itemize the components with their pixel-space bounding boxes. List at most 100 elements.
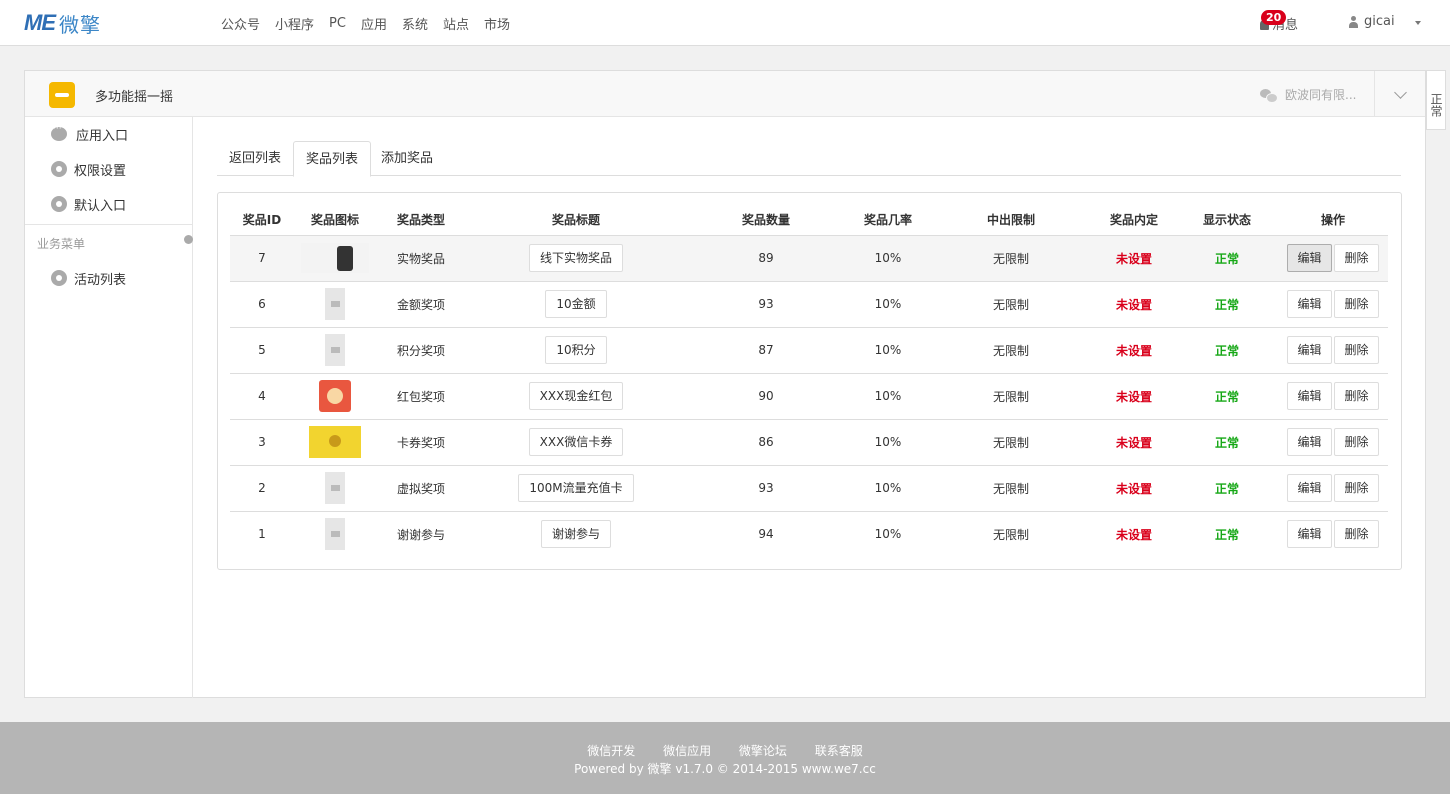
edit-button[interactable]: 编辑	[1287, 428, 1332, 456]
edit-button[interactable]: 编辑	[1287, 244, 1332, 272]
edit-button[interactable]: 编辑	[1287, 474, 1332, 502]
sidebar-group-title: 业务菜单	[37, 237, 86, 251]
delete-button[interactable]: 删除	[1334, 520, 1379, 549]
prize-preset: 未设置	[1092, 326, 1176, 373]
prize-quantity: 87	[686, 326, 846, 373]
footer-copyright: Powered by 微擎 v1.7.0 © 2014-2015 www.we7…	[574, 762, 876, 776]
prize-title-cell: XXX现金红包	[466, 372, 686, 419]
table-row: 1 谢谢参与 谢谢参与 94 10% 无限制 未设置 正常 编辑 删除	[230, 510, 1388, 557]
sidebar-item-activity-list[interactable]: 活动列表	[51, 268, 126, 288]
tab-add-prize[interactable]: 添加奖品	[369, 141, 445, 176]
nav-item-system[interactable]: 系统	[402, 14, 428, 33]
card-coupon-icon	[309, 426, 361, 458]
account-name: 欧波同有限...	[1285, 88, 1357, 102]
prize-actions: 编辑 删除	[1278, 372, 1388, 419]
col-header-title: 奖品标题	[551, 213, 600, 228]
col-header-icon: 奖品图标	[310, 213, 359, 228]
caret-down-icon[interactable]	[1415, 21, 1421, 25]
sidebar-item-default-entry[interactable]: 默认入口	[51, 194, 126, 214]
gear-icon	[51, 270, 67, 286]
footer-link-forum[interactable]: 微擎论坛	[739, 744, 787, 758]
chat-icon	[51, 124, 67, 141]
edit-button[interactable]: 编辑	[1287, 382, 1332, 410]
chevron-down-icon[interactable]	[1394, 86, 1407, 99]
user-menu[interactable]: gicai	[1348, 14, 1395, 29]
sidebar-item-label: 默认入口	[74, 198, 127, 214]
prize-preset: 未设置	[1092, 280, 1176, 327]
delete-button[interactable]: 删除	[1334, 382, 1379, 410]
nav-item-site[interactable]: 站点	[443, 14, 469, 33]
delete-button[interactable]: 删除	[1334, 474, 1379, 502]
sidebar-divider	[25, 224, 193, 225]
delete-button[interactable]: 删除	[1334, 290, 1379, 318]
prize-id: 6	[230, 280, 294, 327]
app-title: 多功能摇一摇	[95, 90, 174, 105]
gear-icon	[51, 161, 67, 177]
prize-probability: 10%	[846, 372, 930, 419]
prize-limit: 无限制	[930, 418, 1092, 465]
prize-type: 红包奖项	[376, 372, 466, 419]
nav-item-pc[interactable]: PC	[329, 16, 346, 31]
nav-item-gongzhonghao[interactable]: 公众号	[221, 14, 260, 33]
sidebar-item-label: 应用入口	[76, 128, 129, 144]
prize-id: 4	[230, 372, 294, 419]
nav-item-miniprogram[interactable]: 小程序	[275, 14, 314, 33]
top-navbar: ME 微擎 公众号 小程序 PC 应用 系统 站点 市场 消息 20 gicai	[0, 0, 1450, 46]
prize-table-container: 奖品ID 奖品图标 奖品类型 奖品标题 奖品数量 奖品几率 中出限制 奖品内定 …	[217, 192, 1402, 570]
delete-button[interactable]: 删除	[1334, 428, 1379, 456]
logo[interactable]: ME 微擎	[24, 10, 101, 37]
prize-icon-cell	[294, 372, 376, 419]
tab-prize-list[interactable]: 奖品列表	[293, 141, 372, 177]
tab-back-to-list[interactable]: 返回列表	[217, 141, 293, 176]
delete-button[interactable]: 删除	[1334, 336, 1379, 364]
nav-item-apps[interactable]: 应用	[361, 14, 387, 33]
prize-limit: 无限制	[930, 280, 1092, 327]
prize-id: 3	[230, 418, 294, 465]
sidebar-item-label: 活动列表	[74, 272, 127, 288]
footer-links: 微信开发 微信应用 微擎论坛 联系客服	[0, 742, 1450, 759]
col-header-status: 显示状态	[1202, 213, 1251, 228]
prize-preset: 未设置	[1092, 510, 1176, 557]
prize-limit: 无限制	[930, 464, 1092, 511]
image-placeholder-icon	[325, 518, 345, 551]
prize-title: 谢谢参与	[540, 520, 611, 549]
table-row: 6 金额奖项 10金额 93 10% 无限制 未设置 正常 编辑 删除	[230, 280, 1388, 327]
prize-preset: 未设置	[1092, 234, 1176, 281]
gear-icon[interactable]	[184, 235, 193, 244]
col-header-id: 奖品ID	[242, 213, 282, 228]
footer-link-wechat-apps[interactable]: 微信应用	[663, 744, 711, 758]
logo-text: 微擎	[59, 12, 101, 37]
prize-id: 7	[230, 234, 294, 281]
status-side-tab[interactable]: 正常	[1426, 70, 1446, 130]
col-header-quantity: 奖品数量	[741, 213, 790, 228]
sidebar-item-app-entry[interactable]: 应用入口	[51, 124, 128, 144]
prize-actions: 编辑 删除	[1278, 326, 1388, 373]
prize-limit: 无限制	[930, 510, 1092, 557]
prize-type: 谢谢参与	[376, 510, 466, 557]
footer-link-support[interactable]: 联系客服	[815, 744, 863, 758]
delete-button[interactable]: 删除	[1334, 244, 1379, 272]
prize-probability: 10%	[846, 280, 930, 327]
col-header-actions: 操作	[1320, 213, 1345, 228]
edit-button[interactable]: 编辑	[1287, 336, 1332, 364]
prize-title: XXX微信卡券	[528, 428, 624, 456]
table-row: 3 卡券奖项 XXX微信卡券 86 10% 无限制 未设置 正常 编辑 删除	[230, 418, 1388, 465]
prize-type: 卡券奖项	[376, 418, 466, 465]
sidebar-item-permissions[interactable]: 权限设置	[51, 159, 126, 179]
image-placeholder-icon	[325, 288, 345, 320]
footer-link-wechat-dev[interactable]: 微信开发	[587, 744, 635, 758]
nav-item-market[interactable]: 市场	[484, 14, 510, 33]
prize-title-cell: 线下实物奖品	[466, 234, 686, 281]
edit-button[interactable]: 编辑	[1287, 290, 1332, 318]
account-switcher[interactable]: 欧波同有限...	[1260, 86, 1356, 103]
edit-button[interactable]: 编辑	[1287, 520, 1332, 549]
message-count-badge: 20	[1261, 10, 1287, 25]
prize-preset: 未设置	[1092, 418, 1176, 465]
prize-title-cell: 谢谢参与	[466, 510, 686, 557]
main-panel: 多功能摇一摇 欧波同有限... 应用入口 权限设置 默认入口 业务菜单 活动列表…	[24, 70, 1426, 698]
prize-actions: 编辑 删除	[1278, 510, 1388, 557]
prize-quantity: 89	[686, 234, 846, 281]
col-header-preset: 奖品内定	[1109, 213, 1158, 228]
prize-icon-cell	[294, 464, 376, 511]
tab-bar: 返回列表 奖品列表 添加奖品	[217, 141, 1401, 177]
